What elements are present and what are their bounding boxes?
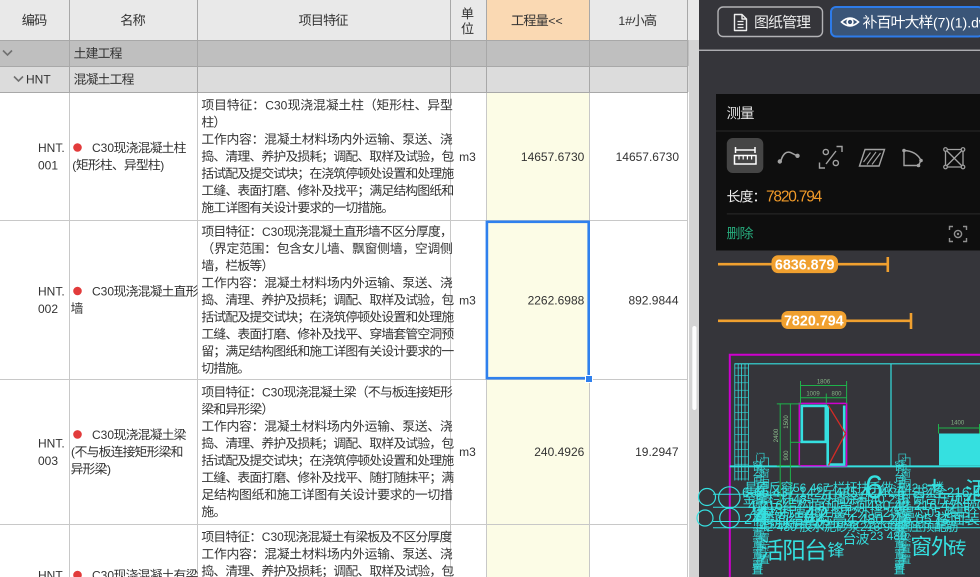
- svg-text:HNT.: HNT.: [38, 437, 65, 451]
- svg-text:HNT.: HNT.: [38, 569, 65, 577]
- svg-text:905: 905: [912, 519, 930, 531]
- svg-text:2262.6988: 2262.6988: [528, 294, 585, 308]
- svg-text:7820.794: 7820.794: [784, 313, 844, 329]
- svg-text:C30: C30: [92, 428, 114, 442]
- svg-text:1400: 1400: [951, 421, 965, 427]
- svg-text:): ): [107, 462, 111, 476]
- svg-text:216 48: 216 48: [825, 519, 859, 531]
- svg-text:C30: C30: [262, 225, 284, 239]
- svg-text:003: 003: [38, 454, 58, 468]
- svg-text:1500: 1500: [784, 415, 790, 429]
- svg-text:14657.6730: 14657.6730: [616, 150, 680, 164]
- svg-text:900: 900: [784, 450, 790, 461]
- svg-text:001: 001: [38, 158, 58, 172]
- svg-text:(7)(1).dw: (7)(1).dw: [933, 14, 980, 30]
- svg-text:4: 4: [755, 501, 769, 531]
- svg-text:6: 6: [865, 469, 883, 506]
- svg-text:892.9844: 892.9844: [628, 294, 678, 308]
- svg-text:m3: m3: [459, 294, 476, 308]
- svg-text:C30: C30: [92, 285, 114, 299]
- svg-text:): ): [160, 158, 164, 172]
- svg-text:23 480: 23 480: [870, 529, 907, 543]
- svg-text:1#: 1#: [618, 14, 632, 28]
- svg-text:(: (: [72, 158, 76, 172]
- svg-text:6836.879: 6836.879: [775, 257, 835, 273]
- svg-text:19.2947: 19.2947: [635, 445, 679, 459]
- svg-text:2400: 2400: [774, 428, 780, 442]
- svg-text:m3: m3: [459, 150, 476, 164]
- svg-text:C30: C30: [262, 530, 284, 544]
- svg-text:C30: C30: [92, 569, 114, 577]
- svg-text:7820.794: 7820.794: [766, 189, 823, 206]
- svg-text:+: +: [926, 470, 942, 501]
- svg-text:42: 42: [804, 502, 828, 527]
- svg-text:<<: <<: [548, 14, 562, 28]
- svg-text:m3: m3: [459, 445, 476, 459]
- svg-text:240.4926: 240.4926: [534, 445, 584, 459]
- svg-text:002: 002: [38, 302, 58, 316]
- svg-text:HNT.: HNT.: [38, 141, 65, 155]
- svg-text:42: 42: [844, 506, 858, 520]
- svg-text:2: 2: [883, 506, 890, 520]
- svg-text:05: 05: [927, 506, 941, 520]
- svg-text:HNT: HNT: [26, 73, 51, 87]
- svg-text:14657.6730: 14657.6730: [521, 150, 585, 164]
- svg-text:C30: C30: [262, 385, 284, 399]
- svg-text:1806: 1806: [817, 379, 831, 385]
- svg-text:HNT.: HNT.: [38, 285, 65, 299]
- svg-text:1009: 1009: [806, 392, 820, 398]
- svg-text:(: (: [71, 445, 75, 459]
- svg-text:C30: C30: [265, 98, 287, 112]
- svg-text:C30: C30: [92, 141, 114, 155]
- svg-text:800: 800: [831, 392, 842, 398]
